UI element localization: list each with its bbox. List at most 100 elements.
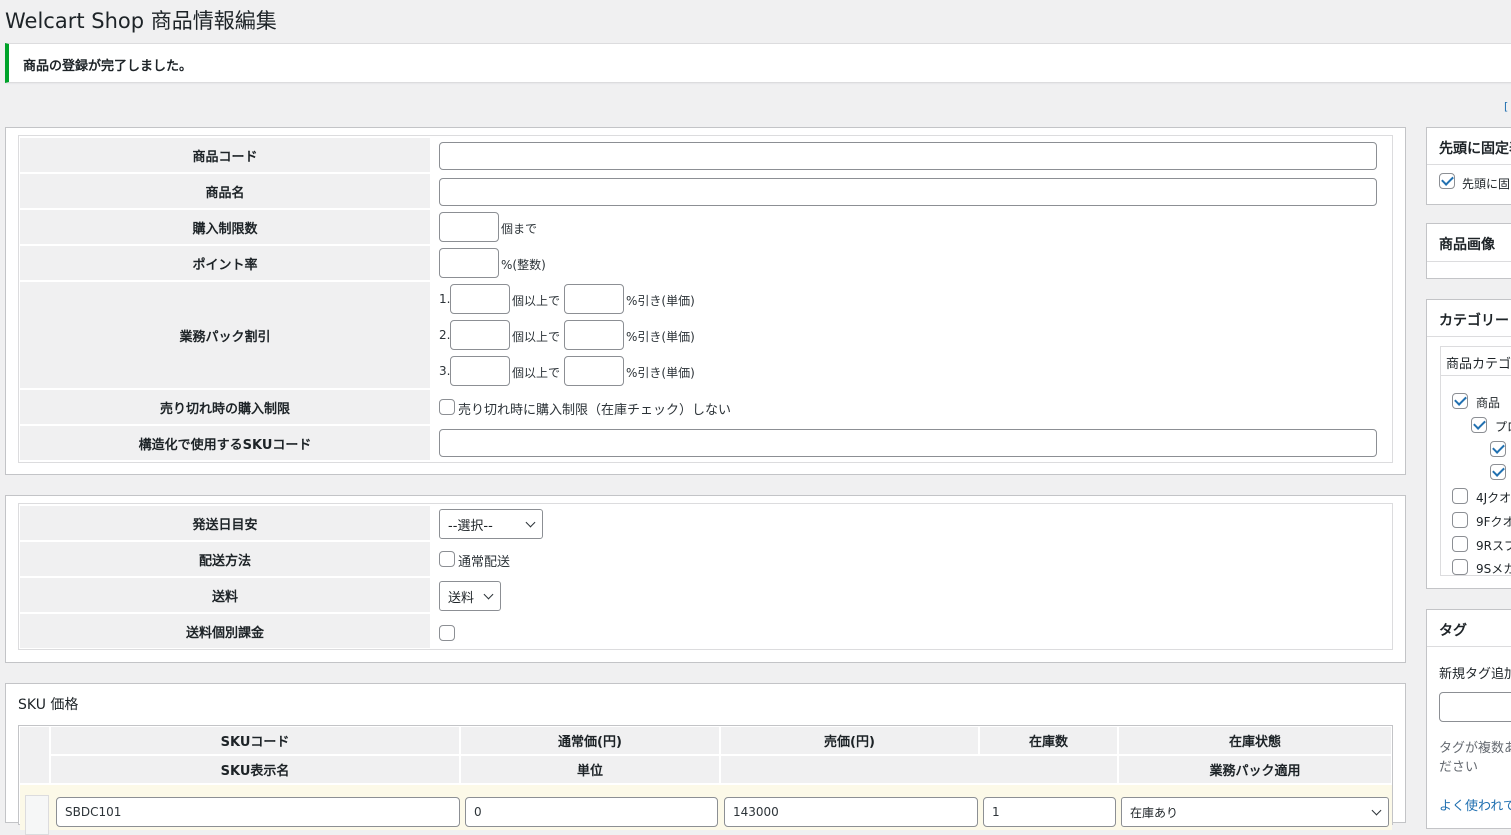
ship-fee-value: 送料 (448, 590, 475, 606)
sku-status-select[interactable]: 在庫あり (1121, 797, 1389, 827)
category-checkbox[interactable] (1452, 512, 1468, 528)
category-checkbox[interactable] (1452, 559, 1468, 575)
soldout-label: 売り切れ時の購入制限 (20, 390, 430, 424)
category-checkbox[interactable] (1452, 393, 1468, 409)
item-name-input[interactable] (439, 178, 1377, 206)
ship-date-label: 発送日目安 (20, 506, 430, 540)
category-checkbox[interactable] (1490, 441, 1506, 457)
individual-fee-label: 送料個別課金 (20, 614, 430, 648)
screen-options-link[interactable]: [ (1504, 100, 1508, 113)
row-item-code: 商品コード (19, 138, 1392, 172)
category-label: 4Jクオ (1476, 491, 1511, 505)
sku-drag-handle[interactable] (25, 795, 49, 835)
category-checkbox[interactable] (1471, 417, 1487, 433)
point-input[interactable] (439, 248, 499, 278)
chevron-down-icon (483, 589, 494, 599)
category-label: 9Rスプ (1476, 539, 1511, 553)
category-label: 商品 (1476, 396, 1501, 410)
sku-header-status: 在庫状態 (1119, 727, 1391, 754)
tag-title: タグ (1439, 623, 1467, 639)
category-list[interactable]: 商品 プロ 4Jクオ 9Fクオ 9Rスプ 9Sメカ (1440, 375, 1511, 576)
point-suffix: %(整数) (501, 258, 546, 272)
soldout-checkbox[interactable] (439, 399, 455, 415)
sku-header-display-name: SKU表示名 (51, 756, 459, 783)
ship-method-label: 配送方法 (20, 542, 430, 576)
gp-row-3-rate-suffix: %引き(単価) (626, 366, 695, 380)
item-image-title: 商品画像 (1439, 237, 1495, 253)
gp-row-3-qty-input[interactable] (450, 356, 510, 386)
row-gp-discount: 業務パック割引 1. 個以上で %引き(単価) 2. 個以上で %引き(単価) … (19, 282, 1392, 388)
sticky-title: 先頭に固定表 (1439, 141, 1511, 157)
category-checkbox[interactable] (1452, 488, 1468, 504)
category-label: 9Fクオ (1476, 515, 1511, 529)
success-notice: 商品の登録が完了しました。 (5, 43, 1511, 83)
tag-new-label: 新規タグ追加 (1439, 667, 1511, 682)
row-ship-date: 発送日目安 --選択-- (19, 506, 1392, 540)
item-basic-box: 商品コード 商品名 購入制限数 個まで ポイント率 %(整数) 業務パック割引 … (5, 127, 1406, 475)
item-code-input[interactable] (439, 142, 1377, 170)
item-code-label: 商品コード (20, 138, 430, 172)
item-name-label: 商品名 (20, 174, 430, 208)
sku-title: SKU 価格 (18, 697, 79, 713)
sku-normal-price-input[interactable] (465, 797, 718, 827)
gp-row-3-qty-suffix: 個以上で (512, 366, 561, 380)
chevron-down-icon (1371, 805, 1382, 815)
gp-row-2-qty-input[interactable] (450, 320, 510, 350)
category-label: 9Sメカ (1476, 562, 1511, 576)
row-point: ポイント率 %(整数) (19, 246, 1392, 280)
row-sku-structured: 構造化で使用するSKUコード (19, 426, 1392, 460)
row-individual-fee: 送料個別課金 (19, 614, 1392, 648)
ship-fee-select[interactable]: 送料 (439, 581, 501, 611)
sku-header-price: 売価(円) (721, 727, 978, 754)
popular-tags-link[interactable]: よく使われて (1439, 795, 1511, 814)
normal-delivery-checkbox[interactable] (439, 551, 455, 567)
ship-date-select[interactable]: --選択-- (439, 509, 543, 539)
category-checkbox[interactable] (1452, 536, 1468, 552)
ship-fee-label: 送料 (20, 578, 430, 612)
sku-header-unit: 単位 (461, 756, 719, 783)
gp-row-1-rate-suffix: %引き(単価) (626, 294, 695, 308)
sku-price-input[interactable] (724, 797, 978, 827)
row-ship-method: 配送方法 通常配送 (19, 542, 1392, 576)
sku-stock-input[interactable] (983, 797, 1116, 827)
sku-table: SKUコード 通常価(円) 売価(円) 在庫数 在庫状態 SKU表示名 単位 業… (18, 725, 1393, 835)
sticky-checkbox-label: 先頭に固 (1462, 177, 1511, 191)
sku-header-empty (721, 756, 1117, 783)
gp-label: 業務パック割引 (20, 282, 430, 388)
sticky-checkbox[interactable] (1439, 173, 1455, 189)
gp-row-1-rate-input[interactable] (564, 284, 624, 314)
tag-hint: ださい (1439, 760, 1479, 775)
gp-row-2-rate-input[interactable] (564, 320, 624, 350)
tab-all-categories[interactable]: 商品カテゴ (1440, 346, 1511, 376)
sku-structured-input[interactable] (439, 429, 1377, 457)
row-limit: 購入制限数 個まで (19, 210, 1392, 244)
gp-row-1-num: 1. (439, 292, 451, 306)
category-label: プロ (1495, 420, 1511, 434)
sku-code-input[interactable] (56, 797, 460, 827)
individual-fee-checkbox[interactable] (439, 625, 455, 641)
tag-hint: タグが複数あ (1439, 741, 1511, 756)
gp-row-1-qty-input[interactable] (450, 284, 510, 314)
limit-suffix: 個まで (501, 222, 538, 236)
category-checkbox[interactable] (1490, 464, 1506, 480)
tag-box: タグ 新規タグ追加 タグが複数あ ださい よく使われて (1426, 609, 1511, 829)
sku-box: SKU 価格 SKUコード 通常価(円) 売価(円) 在庫数 在庫状態 SKU表… (5, 683, 1406, 835)
shipping-table: 発送日目安 --選択-- 配送方法 通常配送 送料 送料 送料個別課金 (18, 503, 1393, 650)
shipping-box: 発送日目安 --選択-- 配送方法 通常配送 送料 送料 送料個別課金 (5, 495, 1406, 663)
ship-date-value: --選択-- (448, 518, 493, 534)
sku-structured-label: 構造化で使用するSKUコード (20, 426, 430, 460)
limit-input[interactable] (439, 212, 499, 242)
item-basic-table: 商品コード 商品名 購入制限数 個まで ポイント率 %(整数) 業務パック割引 … (18, 135, 1393, 463)
gp-row-2-qty-suffix: 個以上で (512, 330, 561, 344)
gp-row-2-rate-suffix: %引き(単価) (626, 330, 695, 344)
tag-input[interactable] (1439, 692, 1511, 722)
gp-row-3-num: 3. (439, 364, 451, 378)
chevron-down-icon (525, 517, 536, 527)
sticky-box: 先頭に固定表 先頭に固 (1426, 127, 1511, 205)
notice-text: 商品の登録が完了しました。 (23, 59, 193, 74)
page-title: Welcart Shop 商品情報編集 (5, 9, 277, 33)
category-title: カテゴリー (1439, 313, 1509, 329)
row-soldout: 売り切れ時の購入制限 売り切れ時に購入制限（在庫チェック）しない (19, 390, 1392, 424)
gp-row-2-num: 2. (439, 328, 451, 342)
gp-row-3-rate-input[interactable] (564, 356, 624, 386)
